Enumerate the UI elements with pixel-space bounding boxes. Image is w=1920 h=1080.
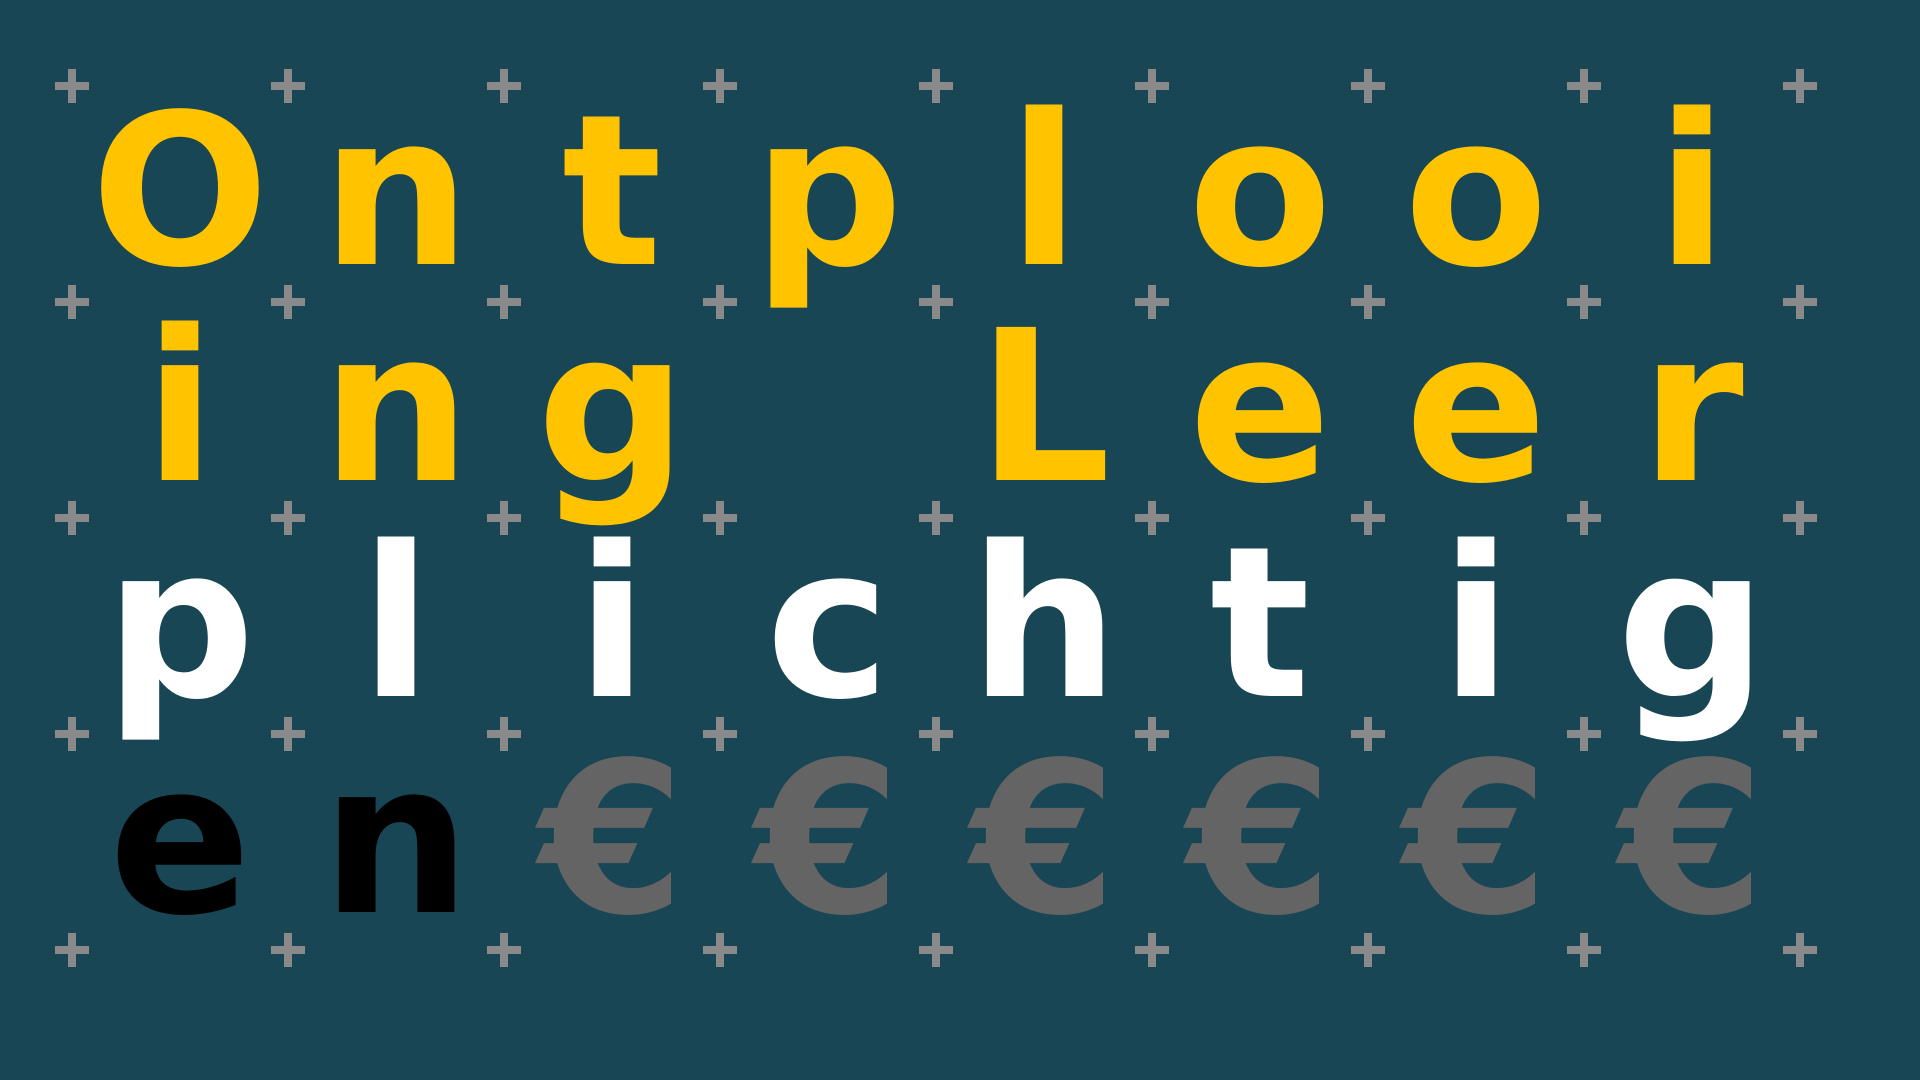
letter-cell: € bbox=[1402, 717, 1550, 962]
letter-cell: o bbox=[1403, 69, 1549, 314]
letter-cell: i bbox=[144, 285, 216, 530]
letter-cell: t bbox=[1209, 501, 1311, 746]
letter-cell: p bbox=[104, 501, 256, 746]
letter-cell: e bbox=[108, 717, 252, 962]
letter-cell: l bbox=[1008, 69, 1080, 314]
letter-cell: n bbox=[321, 285, 471, 530]
letter-cell: € bbox=[1186, 717, 1334, 962]
letter-cell: L bbox=[977, 285, 1111, 530]
letter-cell: i bbox=[576, 501, 648, 746]
letter-cell: t bbox=[561, 69, 663, 314]
letter-grid: Ontplooiing Le e r p l i c h t i g e n € € € € € € bbox=[0, 0, 1920, 1080]
letter-cell: € bbox=[1618, 717, 1766, 962]
letter-cell: h bbox=[969, 501, 1119, 746]
letter-cell: g bbox=[536, 285, 688, 530]
letter-cell: g bbox=[1616, 501, 1768, 746]
letter-cell: o bbox=[1187, 69, 1333, 314]
letter-cell bbox=[723, 300, 933, 516]
letter-cell: e bbox=[1188, 285, 1332, 530]
letter-cell: l bbox=[360, 501, 432, 746]
letter-cell: € bbox=[970, 717, 1118, 962]
letter-cell: e bbox=[1404, 285, 1548, 530]
letter-cell: p bbox=[752, 69, 904, 314]
letter-cell: € bbox=[538, 717, 686, 962]
letter-cell: n bbox=[321, 69, 471, 314]
letter-cell: i bbox=[1656, 69, 1728, 314]
letter-cell: n bbox=[321, 717, 471, 962]
letter-cell: € bbox=[754, 717, 902, 962]
letter-cell: O bbox=[90, 69, 270, 314]
letter-cell: c bbox=[765, 501, 891, 746]
letter-cell: i bbox=[1440, 501, 1512, 746]
letter-cell: r bbox=[1640, 285, 1744, 530]
